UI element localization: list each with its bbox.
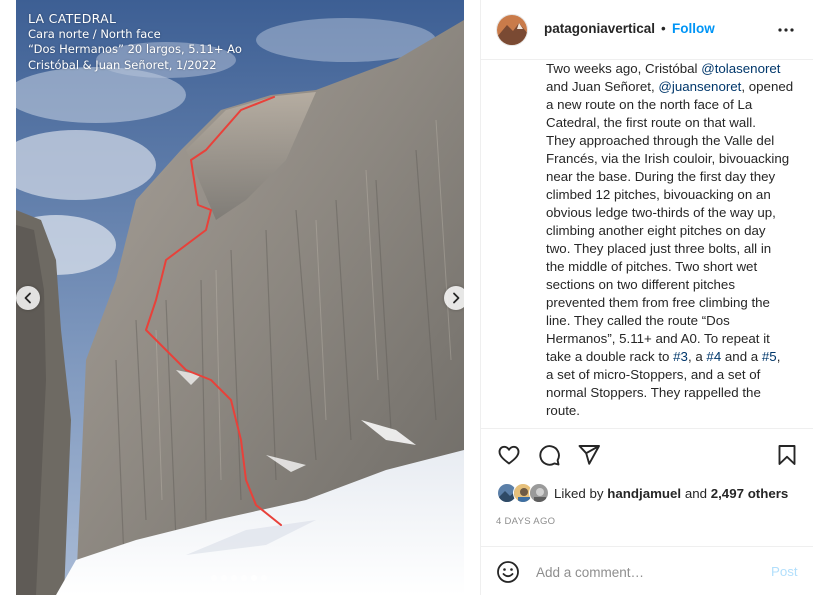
share-icon	[578, 445, 600, 465]
emoji-button[interactable]	[496, 560, 520, 584]
avatar[interactable]	[496, 14, 528, 46]
liked-by-text: Liked by handjamuel and 2,497 others	[554, 486, 788, 501]
caption-line: near the base. During the first day they	[546, 169, 776, 184]
caption-line: Hermanos”, 5.11+ and A0. To repeat it	[546, 331, 770, 346]
caption-line: prevented them from free climbing the	[546, 295, 770, 310]
caption-line: two. They placed just three bolts, all i…	[546, 241, 772, 256]
header-separator: •	[661, 21, 666, 36]
carousel-dot	[261, 575, 267, 581]
caption-line: climbed 12 pitches, bivouacking on an	[546, 187, 771, 202]
overlay-line-2: Cara norte / North face	[28, 26, 161, 41]
actions-divider	[481, 428, 813, 429]
caption-line: They approached through the Valle del	[546, 133, 775, 148]
caption-line: obvious ledge two-thirds of the way up,	[546, 205, 776, 220]
avatar-image	[497, 15, 527, 45]
mountain-photo	[16, 0, 464, 595]
instagram-post-modal: LA CATEDRAL Cara norte / North face “Dos…	[0, 0, 813, 595]
carousel-dot	[211, 575, 217, 581]
caption-line: line. They called the route “Dos	[546, 313, 730, 328]
caption-line: a set of micro-Stoppers, and a set of	[546, 367, 761, 382]
mention-link[interactable]: @tolasenoret	[701, 61, 780, 76]
post-caption: Two weeks ago, Cristóbal @tolasenoret and…	[546, 60, 804, 420]
liker-avatars[interactable]	[497, 483, 549, 503]
carousel-dots	[211, 575, 267, 581]
save-button[interactable]	[774, 442, 800, 468]
hashtag-link[interactable]: #5	[762, 349, 777, 364]
liked-by-prefix: Liked by	[554, 485, 604, 501]
caption-line: the middle of pitches. Two short wet	[546, 259, 758, 274]
liked-by-conjunction: and	[684, 485, 708, 501]
comment-icon	[539, 445, 560, 466]
username[interactable]: patagoniavertical	[544, 21, 655, 36]
caption-line: Catedral, the first route on that wall.	[546, 115, 756, 130]
post-header: patagoniavertical • Follow	[481, 0, 813, 60]
chevron-right-icon	[453, 292, 460, 304]
carousel-prev-button[interactable]	[16, 286, 40, 310]
likes-summary: Liked by handjamuel and 2,497 others	[497, 483, 788, 503]
carousel-dot	[221, 575, 227, 581]
emoji-icon	[497, 561, 519, 583]
overlay-line-3: “Dos Hermanos” 20 largos, 5.11+ Ao	[28, 42, 242, 56]
carousel-dot	[231, 575, 237, 581]
chevron-left-icon	[24, 292, 31, 304]
post-media[interactable]: LA CATEDRAL Cara norte / North face “Dos…	[16, 0, 464, 595]
post-timestamp[interactable]: 4 DAYS AGO	[496, 516, 555, 527]
image-overlay-caption: LA CATEDRAL Cara norte / North face “Dos…	[28, 11, 242, 73]
heart-icon	[498, 445, 520, 465]
comment-input[interactable]	[536, 561, 756, 583]
liker-avatar	[529, 483, 549, 503]
left-gutter	[0, 0, 16, 595]
caption-line: a new route on the north face of La	[546, 97, 753, 112]
carousel-next-button[interactable]	[444, 286, 464, 310]
liked-by-others-link[interactable]: 2,497 others	[711, 486, 789, 501]
mention-link[interactable]: @juansenoret	[658, 79, 741, 94]
overlay-title: LA CATEDRAL	[28, 11, 117, 26]
caption-line: sections on two different pitches	[546, 277, 735, 292]
more-icon	[778, 28, 794, 32]
share-button[interactable]	[576, 442, 602, 468]
caption-line: take a double rack to #3, a #4 and a #5,	[546, 349, 781, 364]
more-options-button[interactable]	[775, 20, 797, 40]
caption-line: and Juan Señoret, @juansenoret, opened	[546, 79, 794, 94]
hashtag-link[interactable]: #3	[673, 349, 688, 364]
caption-line: Francés, via the Irish couloir, bivouack…	[546, 151, 790, 166]
overlay-line-4: Cristóbal & Juan Señoret, 1/2022	[28, 57, 217, 72]
post-side-panel: patagoniavertical • Follow Two weeks ago…	[480, 0, 813, 595]
bookmark-icon	[778, 445, 796, 465]
like-button[interactable]	[496, 442, 522, 468]
follow-button[interactable]: Follow	[672, 21, 715, 36]
liked-by-user-link[interactable]: handjamuel	[607, 486, 681, 501]
comment-button[interactable]	[536, 442, 562, 468]
caption-line: route.	[546, 403, 581, 418]
hashtag-link[interactable]: #4	[706, 349, 721, 364]
comment-bar: Post	[481, 546, 813, 595]
carousel-dot	[241, 575, 247, 581]
carousel-dot	[251, 575, 257, 581]
post-comment-button[interactable]: Post	[771, 564, 798, 579]
caption-line: normal Stoppers. They rappelled the	[546, 385, 761, 400]
caption-line: Two weeks ago, Cristóbal @tolasenoret	[546, 61, 781, 76]
caption-line: climbing another eight pitches on day	[546, 223, 766, 238]
